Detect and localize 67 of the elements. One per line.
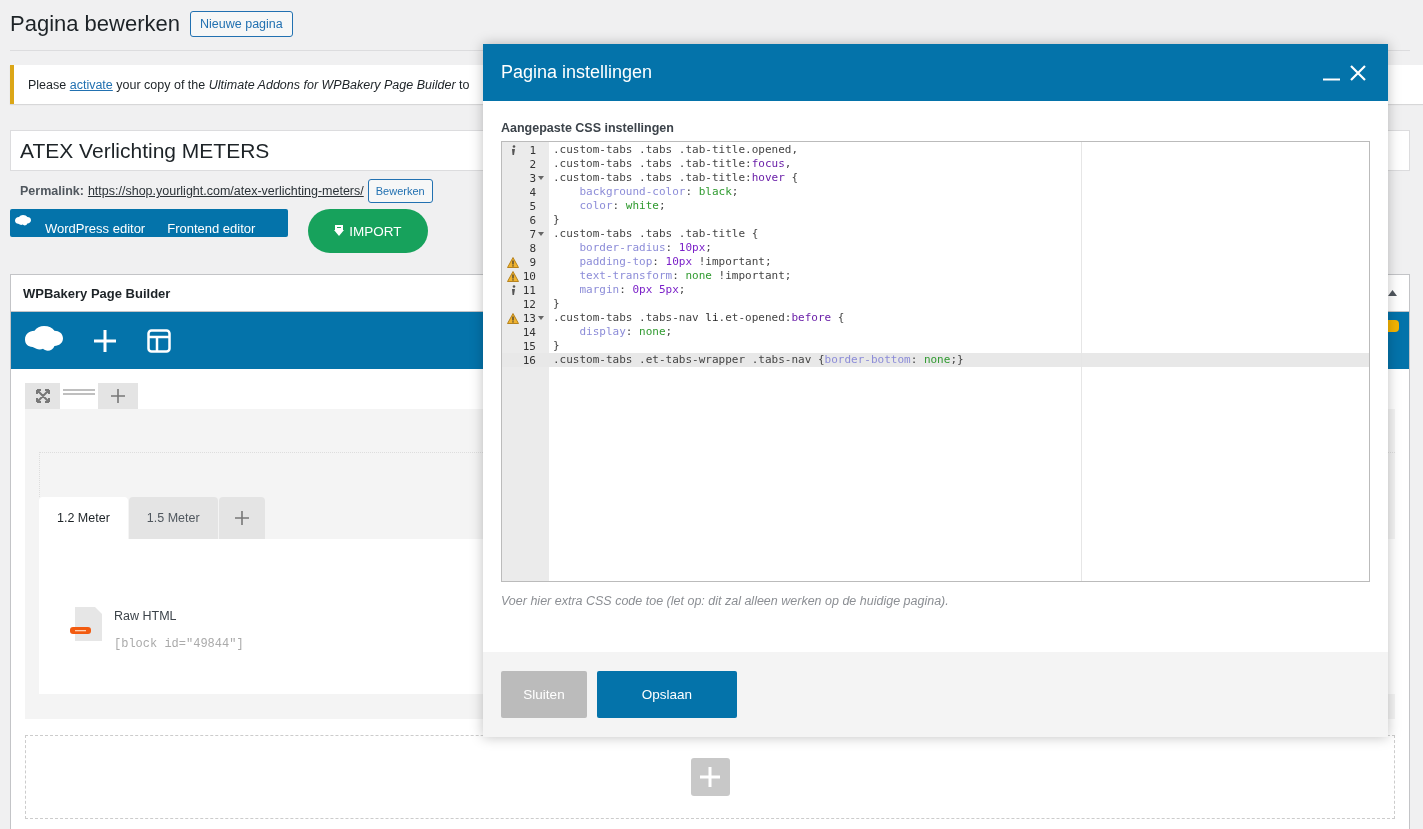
download-icon <box>334 225 345 237</box>
line-number: 11 <box>521 283 536 297</box>
editor-button[interactable]: WordPress editor <box>45 221 146 237</box>
layout-icon[interactable] <box>147 328 171 353</box>
permalink-label: Permalink: <box>20 184 84 198</box>
element-content: [block id="49844"] <box>114 637 244 651</box>
line-number: 3 <box>528 171 536 185</box>
line-number: 4 <box>528 185 536 199</box>
editor-button[interactable]: Frontend editor <box>167 221 256 237</box>
add-row-button[interactable] <box>98 383 138 409</box>
code-line: display: none; <box>578 325 674 339</box>
line-number: 5 <box>528 199 536 213</box>
code-line: .custom-tabs .tabs .tab-title { <box>552 227 760 241</box>
line-number: 13 <box>521 311 536 325</box>
fold-icon[interactable] <box>538 316 544 320</box>
code-line: .custom-tabs .tabs .tab-title:hover { <box>552 171 800 185</box>
new-page-button[interactable]: Nieuwe pagina <box>190 11 293 37</box>
collapse-icon[interactable] <box>1388 290 1397 296</box>
plus-icon <box>700 767 720 787</box>
line-number: 15 <box>521 339 536 353</box>
file-icon <box>70 607 104 641</box>
fullscreen-button[interactable] <box>25 383 60 409</box>
dialog-title: Pagina instellingen <box>501 62 653 83</box>
drag-handle-icon <box>63 389 95 395</box>
close-icon[interactable] <box>1350 64 1366 81</box>
fold-icon[interactable] <box>538 232 544 236</box>
code-line: padding-top: 10px !important; <box>578 255 773 269</box>
fullscreen-icon <box>35 389 50 403</box>
code-line: border-radius: 10px; <box>578 241 713 255</box>
code-line: } <box>552 213 561 227</box>
cloud-icon <box>14 215 32 227</box>
line-number: 10 <box>521 269 536 283</box>
help-text: Voer hier extra CSS code toe (let op: dit zal alleen werken op de huidige pagina). <box>501 594 950 608</box>
code-line: .custom-tabs .tabs .tab-title:focus, <box>552 157 793 171</box>
fold-icon[interactable] <box>538 176 544 180</box>
page-title: Pagina bewerken <box>10 11 180 37</box>
edit-permalink-button[interactable]: Bewerken <box>367 179 433 203</box>
line-number: 2 <box>528 157 536 171</box>
code-line: } <box>552 297 561 311</box>
line-number: 12 <box>521 297 536 311</box>
add-icon[interactable] <box>93 328 117 353</box>
line-number: 8 <box>528 241 536 255</box>
line-number: 14 <box>521 325 536 339</box>
element-title: Raw HTML <box>114 609 178 623</box>
line-number: 6 <box>528 213 536 227</box>
code-line: margin: 0px 5px; <box>578 283 687 297</box>
plus-icon <box>111 389 125 403</box>
activate-link[interactable]: activate <box>69 77 113 92</box>
code-line: background-color: black; <box>578 185 740 199</box>
plus-icon <box>234 511 249 525</box>
line-number: 1 <box>528 143 536 157</box>
code-line: } <box>552 339 561 353</box>
line-number: 16 <box>521 353 536 367</box>
field-label: Aangepaste CSS instellingen <box>501 121 675 135</box>
line-number: 7 <box>528 227 536 241</box>
import-button[interactable]: IMPORT <box>308 209 428 253</box>
tab[interactable]: 1.5 Meter <box>128 497 218 539</box>
panel-title: WPBakery Page Builder <box>23 285 171 301</box>
code-line: color: white; <box>578 199 667 213</box>
permalink-link[interactable]: https://shop.yourlight.com/atex-verlichting-meters/ <box>87 184 364 198</box>
add-tab-button[interactable] <box>218 497 265 539</box>
line-number: 9 <box>528 255 536 269</box>
code-line: .custom-tabs .tabs-nav li.et-opened:before { <box>552 311 846 325</box>
tab[interactable]: 1.2 Meter <box>39 497 128 539</box>
code-line: .custom-tabs .tabs .tab-title.opened, <box>552 143 800 157</box>
code-line: text-transform: none !important; <box>578 269 793 283</box>
save-button[interactable]: Opslaan <box>597 671 737 718</box>
